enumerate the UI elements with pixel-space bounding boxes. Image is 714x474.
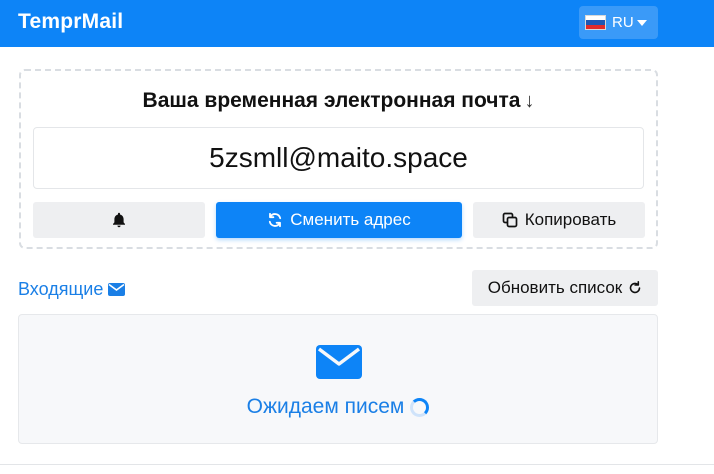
copy-icon <box>502 212 518 228</box>
russia-flag-icon <box>585 15 606 30</box>
notifications-button[interactable] <box>33 202 205 238</box>
email-card: Ваша временная электронная почта ↓ 5zsmll… <box>19 69 658 249</box>
copy-label: Копировать <box>524 210 617 229</box>
email-card-title: Ваша временная электронная почта ↓ <box>21 89 656 113</box>
bell-icon <box>112 212 126 228</box>
waiting-status: Ожидаем писем <box>19 395 657 419</box>
refresh-list-label: Обновить список <box>487 278 623 297</box>
copy-button[interactable]: Копировать <box>473 202 645 238</box>
divider <box>0 464 714 465</box>
inbox-label: Входящие <box>18 279 104 299</box>
change-address-button[interactable]: Сменить адрес <box>216 202 462 238</box>
language-label: RU <box>612 14 634 31</box>
language-selector[interactable]: RU <box>579 6 658 39</box>
inbox-link[interactable]: Входящие <box>18 279 126 300</box>
spinner-icon <box>410 397 430 417</box>
refresh-arrows-icon <box>267 212 283 228</box>
brand-logo[interactable]: TemprMail <box>18 10 123 34</box>
email-card-title-text: Ваша временная электронная почта <box>142 89 521 112</box>
email-address-field[interactable]: 5zsmll@maito.space <box>33 127 644 189</box>
arrow-down-icon: ↓ <box>524 90 535 112</box>
caret-down-icon <box>636 19 647 26</box>
envelope-large-icon <box>316 345 362 384</box>
refresh-list-button[interactable]: Обновить список <box>472 270 658 306</box>
waiting-text: Ожидаем писем <box>246 395 405 418</box>
envelope-icon <box>108 283 126 296</box>
mailbox-panel: Ожидаем писем <box>18 314 658 444</box>
top-navbar: TemprMail RU <box>0 0 714 47</box>
reload-icon <box>628 281 642 295</box>
change-address-label: Сменить адрес <box>290 210 411 229</box>
